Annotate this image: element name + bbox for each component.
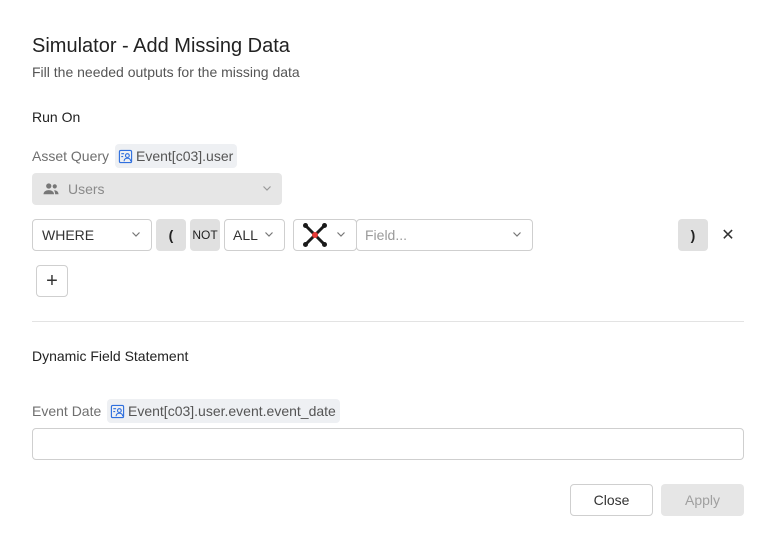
entity-select[interactable]: Users [32,173,282,205]
chevron-down-icon [337,232,345,237]
asset-query-chip: Event[c03].user [115,144,238,168]
close-paren-button[interactable]: ) [678,219,708,251]
all-select[interactable]: ALL [224,219,285,251]
run-on-label: Run On [32,109,81,125]
query-icon [118,149,133,163]
asset-query-chip-text: Event[c03].user [136,148,234,164]
event-date-input[interactable] [32,428,744,460]
remove-condition-icon[interactable]: ✕ [718,225,738,245]
dialog-title: Simulator - Add Missing Data [32,35,290,57]
relation-icon [303,223,327,247]
users-icon [43,183,59,195]
event-date-label: Event Date [32,403,102,419]
close-button[interactable]: Close [570,484,653,516]
apply-button[interactable]: Apply [661,484,744,516]
field-select-placeholder: Field... [365,227,408,243]
section-divider [32,321,744,322]
event-date-chip: Event[c03].user.event.event_date [107,399,340,423]
all-select-value: ALL [233,227,258,243]
query-icon [110,404,125,418]
entity-type-select[interactable] [293,219,357,251]
where-select-value: WHERE [42,227,95,243]
event-date-chip-text: Event[c03].user.event.event_date [128,403,336,419]
field-select[interactable]: Field... [356,219,533,251]
dynamic-field-label: Dynamic Field Statement [32,348,189,364]
where-select[interactable]: WHERE [32,219,152,251]
asset-query-label: Asset Query [32,148,110,164]
dialog-subtitle: Fill the needed outputs for the missing … [32,64,300,80]
open-paren-button[interactable]: ( [156,219,186,251]
chevron-down-icon [265,232,273,237]
chevron-down-icon [513,232,521,237]
add-condition-button[interactable]: + [36,265,68,297]
chevron-down-icon [132,232,140,237]
entity-select-value: Users [68,181,105,197]
not-toggle-button[interactable]: NOT [190,219,220,251]
chevron-down-icon [263,186,271,191]
